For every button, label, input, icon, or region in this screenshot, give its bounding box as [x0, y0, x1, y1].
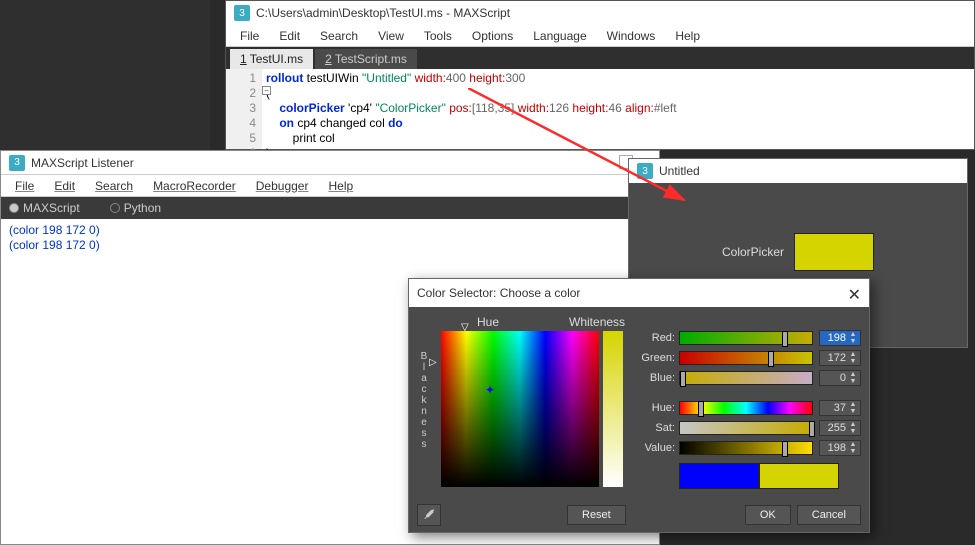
tab-testscript[interactable]: 2 TestScript.ms: [315, 49, 417, 69]
red-spinner[interactable]: ▲▼: [819, 330, 861, 346]
editor-title: C:\Users\admin\Desktop\TestUI.ms - MAXSc…: [256, 6, 510, 20]
menu-help[interactable]: Help: [665, 29, 710, 43]
whiteness-slider[interactable]: [603, 331, 623, 487]
sat-slider[interactable]: [679, 421, 813, 435]
radio-python[interactable]: Python: [110, 201, 161, 215]
red-row: Red: ▲▼: [633, 329, 861, 347]
blue-slider[interactable]: [679, 371, 813, 385]
color-selector-dialog: Color Selector: Choose a color ✕ Hue Whi…: [408, 278, 870, 533]
reset-button[interactable]: Reset: [567, 505, 626, 525]
old-color-preview: [679, 463, 759, 489]
menu-edit[interactable]: Edit: [44, 179, 85, 193]
menu-view[interactable]: View: [368, 29, 414, 43]
picker-crosshair-icon: ✦: [485, 383, 495, 397]
value-spinner[interactable]: ▲▼: [819, 440, 861, 456]
red-slider[interactable]: [679, 331, 813, 345]
eyedropper-icon: [422, 508, 436, 522]
listener-menubar[interactable]: File Edit Search MacroRecorder Debugger …: [1, 175, 659, 197]
hue-spinner[interactable]: ▲▼: [819, 400, 861, 416]
cancel-button[interactable]: Cancel: [797, 505, 861, 525]
maxscript-editor-window: 3 C:\Users\admin\Desktop\TestUI.ms - MAX…: [225, 0, 975, 150]
untitled-titlebar: 3 Untitled: [629, 159, 967, 183]
hue-row: Hue: ▲▼: [633, 399, 861, 417]
listener-output[interactable]: (color 198 172 0) (color 198 172 0): [1, 219, 659, 257]
menu-tools[interactable]: Tools: [414, 29, 462, 43]
tab-testui[interactable]: 1 TestUI.ms: [230, 49, 313, 69]
app-icon: 3: [637, 163, 653, 179]
menu-options[interactable]: Options: [462, 29, 523, 43]
value-row: Value: ▲▼: [633, 439, 861, 457]
editor-menubar[interactable]: File Edit Search View Tools Options Lang…: [226, 25, 974, 47]
close-icon[interactable]: ✕: [848, 285, 861, 305]
menu-file[interactable]: File: [230, 29, 269, 43]
code-text[interactable]: rollout testUIWin "Untitled" width:400 h…: [262, 69, 974, 149]
radio-maxscript[interactable]: MAXScript: [9, 201, 80, 215]
color-dlg-titlebar: Color Selector: Choose a color ✕: [409, 279, 869, 307]
menu-search[interactable]: Search: [85, 179, 143, 193]
color-dlg-title: Color Selector: Choose a color: [417, 286, 580, 300]
blackness-label: Blackness: [417, 351, 431, 450]
untitled-title: Untitled: [659, 164, 700, 178]
menu-language[interactable]: Language: [523, 29, 596, 43]
colorpicker-label: ColorPicker: [722, 245, 784, 259]
menu-macrorecorder[interactable]: MacroRecorder: [143, 179, 246, 193]
app-icon: 3: [234, 5, 250, 21]
line-gutter: 1234567: [226, 69, 262, 149]
green-row: Green: ▲▼: [633, 349, 861, 367]
menu-file[interactable]: File: [5, 179, 44, 193]
green-slider[interactable]: [679, 351, 813, 365]
fold-toggle[interactable]: −: [262, 86, 271, 95]
code-area[interactable]: 1234567 rollout testUIWin "Untitled" wid…: [226, 69, 974, 149]
new-color-preview: [759, 463, 839, 489]
colorpicker-swatch[interactable]: [794, 233, 874, 271]
listener-titlebar: 3 MAXScript Listener: [1, 151, 659, 175]
menu-debugger[interactable]: Debugger: [246, 179, 319, 193]
rgb-hsv-fields: Red: ▲▼ Green: ▲▼ Blue: ▲▼ Hue: ▲▼ Sa: [633, 329, 861, 489]
app-icon: 3: [9, 155, 25, 171]
menu-edit[interactable]: Edit: [269, 29, 310, 43]
hue-value-picker[interactable]: ✦: [441, 331, 599, 487]
listener-lang-tabs: MAXScript Python: [1, 197, 659, 219]
whiteness-heading: Whiteness: [569, 315, 625, 329]
hue-slider[interactable]: [679, 401, 813, 415]
hue-heading: Hue: [477, 315, 499, 329]
menu-search[interactable]: Search: [310, 29, 368, 43]
green-spinner[interactable]: ▲▼: [819, 350, 861, 366]
eyedropper-button[interactable]: [417, 504, 441, 526]
sat-row: Sat: ▲▼: [633, 419, 861, 437]
blue-row: Blue: ▲▼: [633, 369, 861, 387]
editor-tabbar: 1 TestUI.ms 2 TestScript.ms: [226, 47, 974, 69]
menu-windows[interactable]: Windows: [597, 29, 666, 43]
listener-title: MAXScript Listener: [31, 156, 134, 170]
editor-titlebar: 3 C:\Users\admin\Desktop\TestUI.ms - MAX…: [226, 1, 974, 25]
menu-help[interactable]: Help: [318, 179, 363, 193]
value-slider[interactable]: [679, 441, 813, 455]
blue-spinner[interactable]: ▲▼: [819, 370, 861, 386]
ok-button[interactable]: OK: [745, 505, 791, 525]
sat-spinner[interactable]: ▲▼: [819, 420, 861, 436]
